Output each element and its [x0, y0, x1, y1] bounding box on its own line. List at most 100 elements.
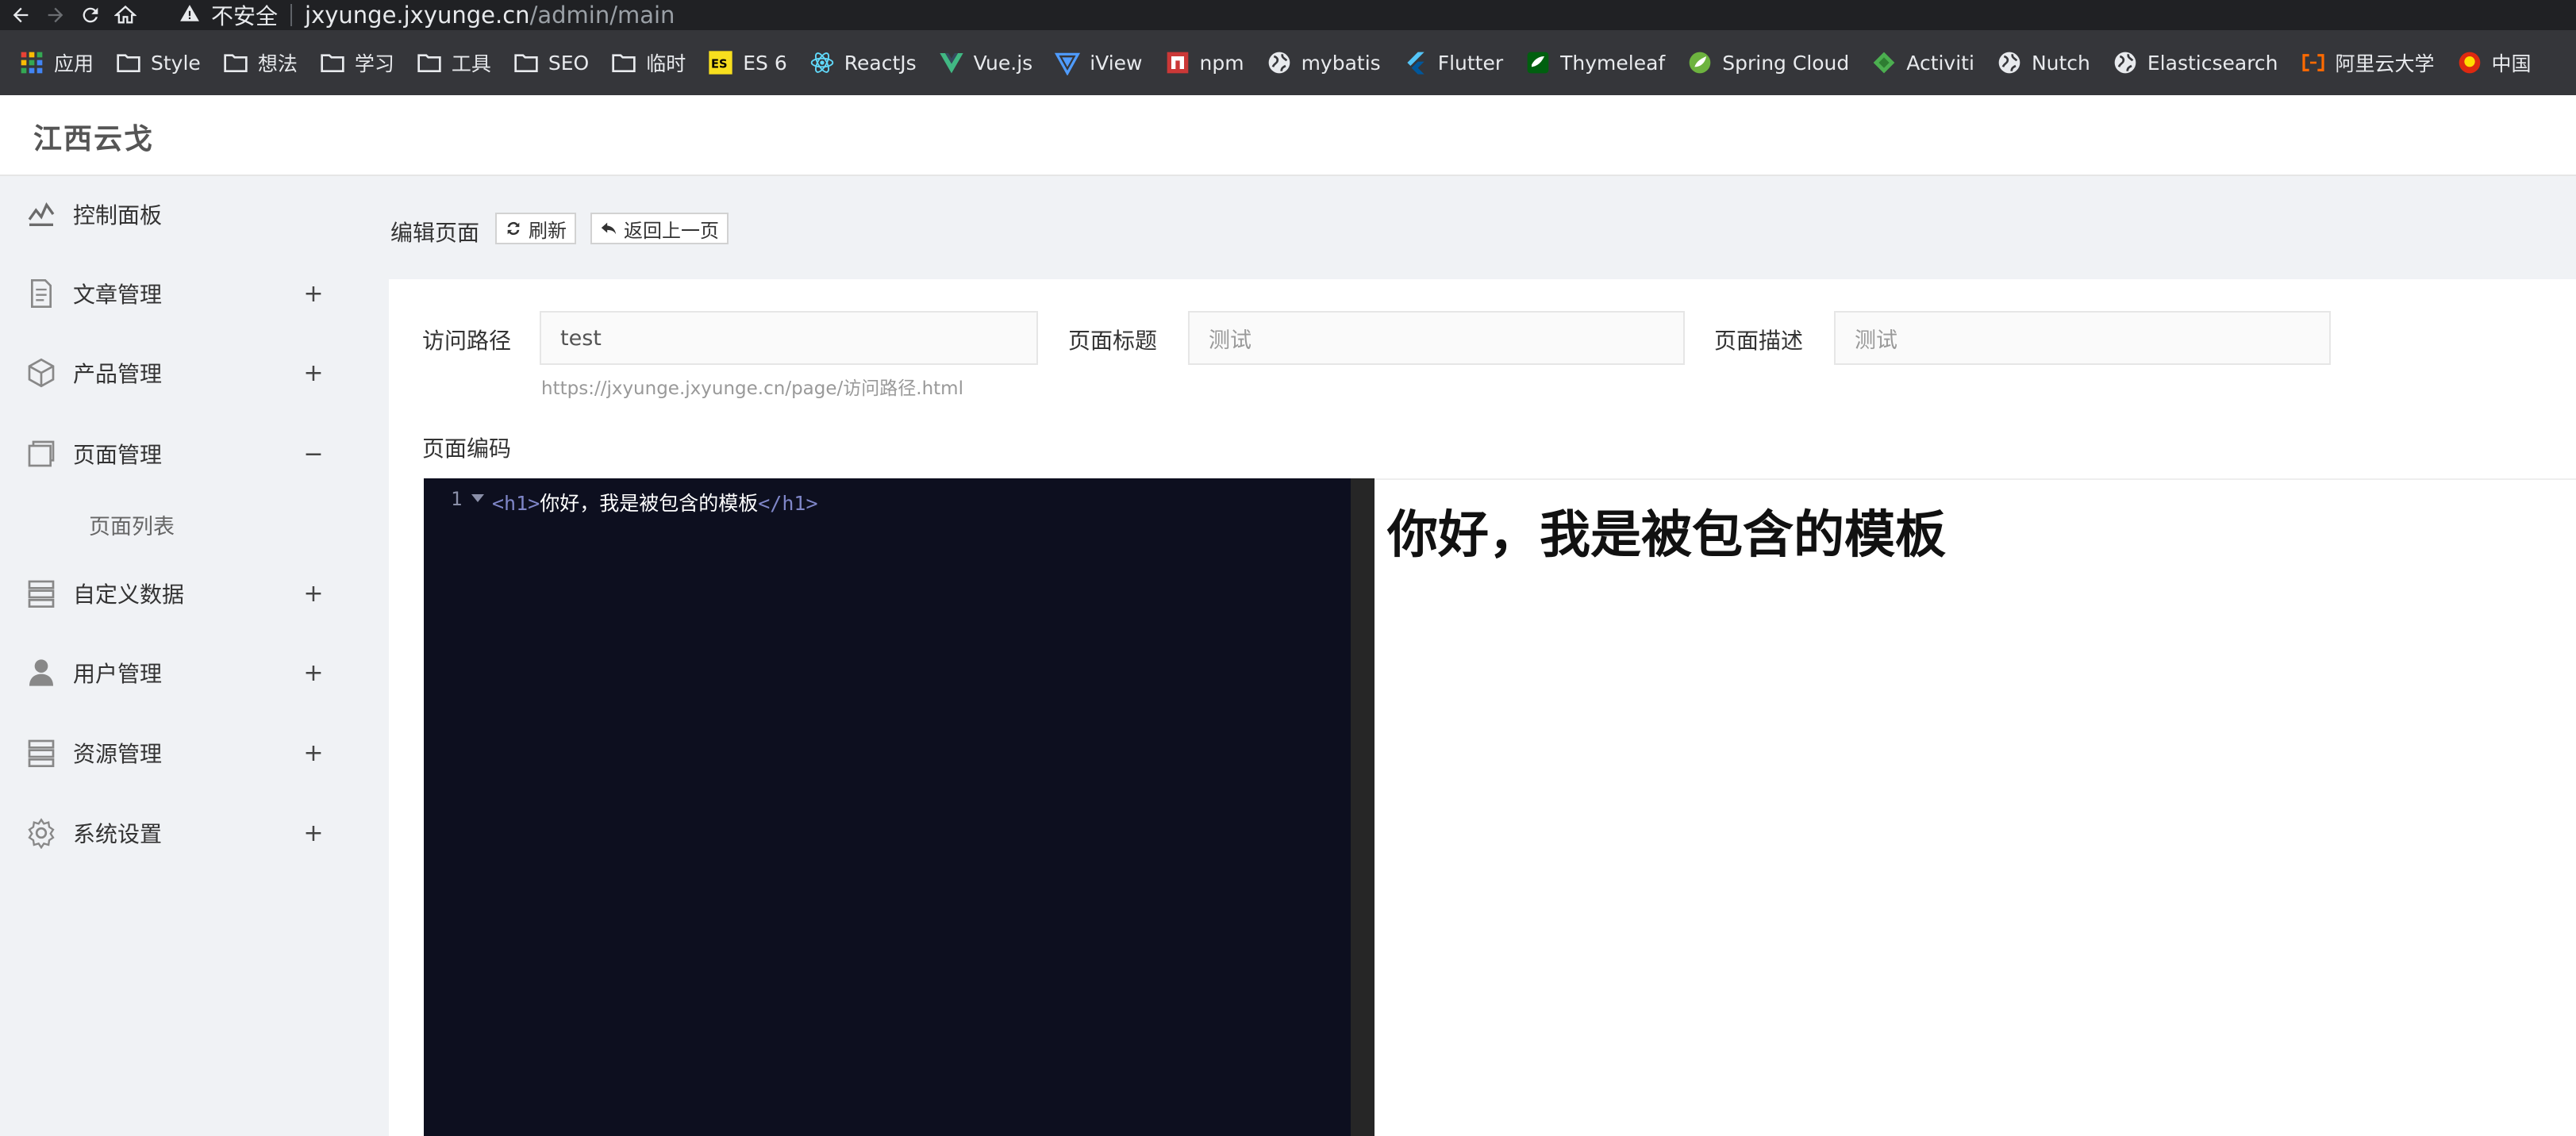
sidebar-item-dashboard[interactable]: 控制面板 — [0, 190, 349, 238]
bookmark-label: Nutch — [2031, 51, 2090, 75]
box-icon — [24, 355, 59, 390]
sidebar-item-resources[interactable]: 资源管理 + — [0, 729, 349, 777]
sidebar: 控制面板 文章管理 + 产品管理 + 页面管理 − 页面列表 自定义数据 + 用… — [0, 176, 389, 1136]
bookmark-folder-ideas[interactable]: 想法 — [212, 39, 309, 86]
expand-toggle[interactable]: + — [302, 819, 325, 847]
sidebar-item-articles[interactable]: 文章管理 + — [0, 270, 349, 317]
bookmark-china[interactable]: 中国 — [2446, 39, 2543, 86]
sidebar-subitem-page-list[interactable]: 页面列表 — [89, 505, 175, 544]
refresh-icon — [507, 221, 520, 236]
folder-icon — [116, 50, 141, 75]
bookmark-label: Thymeleaf — [1560, 51, 1666, 75]
brand-logo[interactable]: 江西云戈 — [33, 116, 154, 157]
gear-icon — [24, 816, 59, 850]
path-hint: https://jxyunge.jxyunge.cn/page/访问路径.htm… — [541, 378, 963, 399]
fold-toggle-icon[interactable] — [471, 494, 484, 502]
bookmark-label: Activiti — [1906, 51, 1974, 75]
react-icon — [809, 50, 835, 75]
dashboard-icon — [24, 197, 59, 232]
editor-splitter[interactable] — [1351, 478, 1375, 1136]
security-status: 不安全 — [211, 3, 279, 29]
bookmark-thymeleaf[interactable]: Thymeleaf — [1514, 39, 1676, 86]
bookmark-flutter[interactable]: Flutter — [1392, 39, 1514, 86]
code-line[interactable]: <h1>你好，我是被包含的模板</h1> — [492, 488, 818, 516]
refresh-label: 刷新 — [529, 219, 567, 242]
path-input[interactable]: test — [540, 311, 1038, 365]
forward-button[interactable] — [38, 0, 73, 30]
bookmark-aliyun[interactable]: 阿里云大学 — [2290, 39, 2446, 86]
url-path: /admin/main — [529, 2, 675, 29]
sidebar-item-products[interactable]: 产品管理 + — [0, 349, 349, 397]
sidebar-item-users[interactable]: 用户管理 + — [0, 649, 349, 697]
description-label: 页面描述 — [1714, 328, 1804, 354]
bookmark-label: ReactJs — [844, 51, 917, 75]
bookmark-spring-cloud[interactable]: Spring Cloud — [1676, 39, 1860, 86]
expand-toggle[interactable]: + — [302, 359, 325, 387]
bookmark-folder-tools[interactable]: 工具 — [406, 39, 502, 86]
path-label: 访问路径 — [422, 328, 512, 354]
home-button[interactable] — [108, 0, 143, 30]
bookmark-reactjs[interactable]: ReactJs — [798, 39, 928, 86]
bookmark-folder-seo[interactable]: SEO — [502, 39, 600, 86]
code-open-tag: <h1> — [492, 492, 540, 515]
refresh-button[interactable]: 刷新 — [495, 213, 576, 244]
folder-icon — [320, 50, 345, 75]
bookmark-folder-temp[interactable]: 临时 — [600, 39, 697, 86]
reply-icon — [601, 222, 617, 235]
bookmark-es6[interactable]: ES ES 6 — [697, 39, 798, 86]
editor-gutter: 1 — [424, 478, 490, 1136]
activiti-icon — [1871, 50, 1897, 75]
bookmark-folder-style[interactable]: Style — [105, 39, 212, 86]
bookmark-label: 工具 — [451, 52, 491, 75]
bookmark-label: Vue.js — [973, 51, 1033, 75]
folder-icon — [513, 50, 539, 75]
es-icon: ES — [708, 50, 733, 75]
bookmark-vuejs[interactable]: Vue.js — [928, 39, 1044, 86]
browser-address-bar: 不安全 jxyunge.jxyunge.cn/admin/main — [0, 0, 2576, 30]
database-icon — [24, 576, 59, 611]
vue-icon — [939, 50, 964, 75]
sidebar-item-label: 控制面板 — [73, 202, 163, 228]
description-input[interactable]: 测试 — [1834, 311, 2331, 365]
bookmark-label: 临时 — [646, 52, 686, 75]
sidebar-item-custom-data[interactable]: 自定义数据 + — [0, 570, 349, 617]
page-title: 编辑页面 — [390, 220, 480, 246]
bookmark-activiti[interactable]: Activiti — [1860, 39, 1986, 86]
sidebar-item-label: 系统设置 — [73, 821, 163, 847]
expand-toggle[interactable]: + — [302, 739, 325, 767]
back-previous-button[interactable]: 返回上一页 — [590, 213, 729, 244]
bookmark-nutch[interactable]: Nutch — [1986, 39, 2101, 86]
back-button[interactable] — [3, 0, 38, 30]
reload-button[interactable] — [73, 0, 108, 30]
app-header: 江西云戈 — [0, 95, 2576, 176]
bookmarks-bar: 应用 Style 想法 学习 工具 SEO 临时 ES ES 6 ReactJs… — [0, 30, 2576, 95]
expand-toggle[interactable]: + — [302, 659, 325, 687]
bookmark-apps[interactable]: 应用 — [8, 39, 105, 86]
bookmark-label: mybatis — [1301, 51, 1381, 75]
folder-icon — [611, 50, 636, 75]
expand-toggle[interactable]: + — [302, 280, 325, 308]
bookmark-iview[interactable]: iView — [1044, 39, 1153, 86]
bookmark-mybatis[interactable]: mybatis — [1255, 39, 1392, 86]
expand-toggle[interactable]: + — [302, 580, 325, 608]
globe-icon — [1267, 50, 1292, 75]
url-field[interactable]: 不安全 jxyunge.jxyunge.cn/admin/main — [179, 0, 675, 30]
bookmark-npm[interactable]: npm — [1154, 39, 1255, 86]
sidebar-item-label: 自定义数据 — [73, 581, 185, 608]
title-input[interactable]: 测试 — [1188, 311, 1685, 365]
emblem-icon — [2457, 50, 2482, 75]
bookmark-label: npm — [1199, 51, 1244, 75]
bookmark-label: 阿里云大学 — [2335, 52, 2435, 75]
document-icon — [24, 276, 59, 311]
apps-grid-icon — [19, 50, 44, 75]
collapse-toggle[interactable]: − — [302, 440, 325, 468]
code-text: 你好，我是被包含的模板 — [540, 492, 759, 515]
code-editor[interactable]: 1 <h1>你好，我是被包含的模板</h1> — [424, 478, 1351, 1136]
bookmark-folder-study[interactable]: 学习 — [309, 39, 406, 86]
iview-icon — [1055, 50, 1081, 75]
sidebar-item-pages[interactable]: 页面管理 − — [0, 430, 349, 478]
bookmark-elasticsearch[interactable]: Elasticsearch — [2101, 39, 2290, 86]
folder-icon — [223, 50, 248, 75]
sidebar-item-settings[interactable]: 系统设置 + — [0, 809, 349, 857]
bookmark-label: iView — [1090, 51, 1143, 75]
